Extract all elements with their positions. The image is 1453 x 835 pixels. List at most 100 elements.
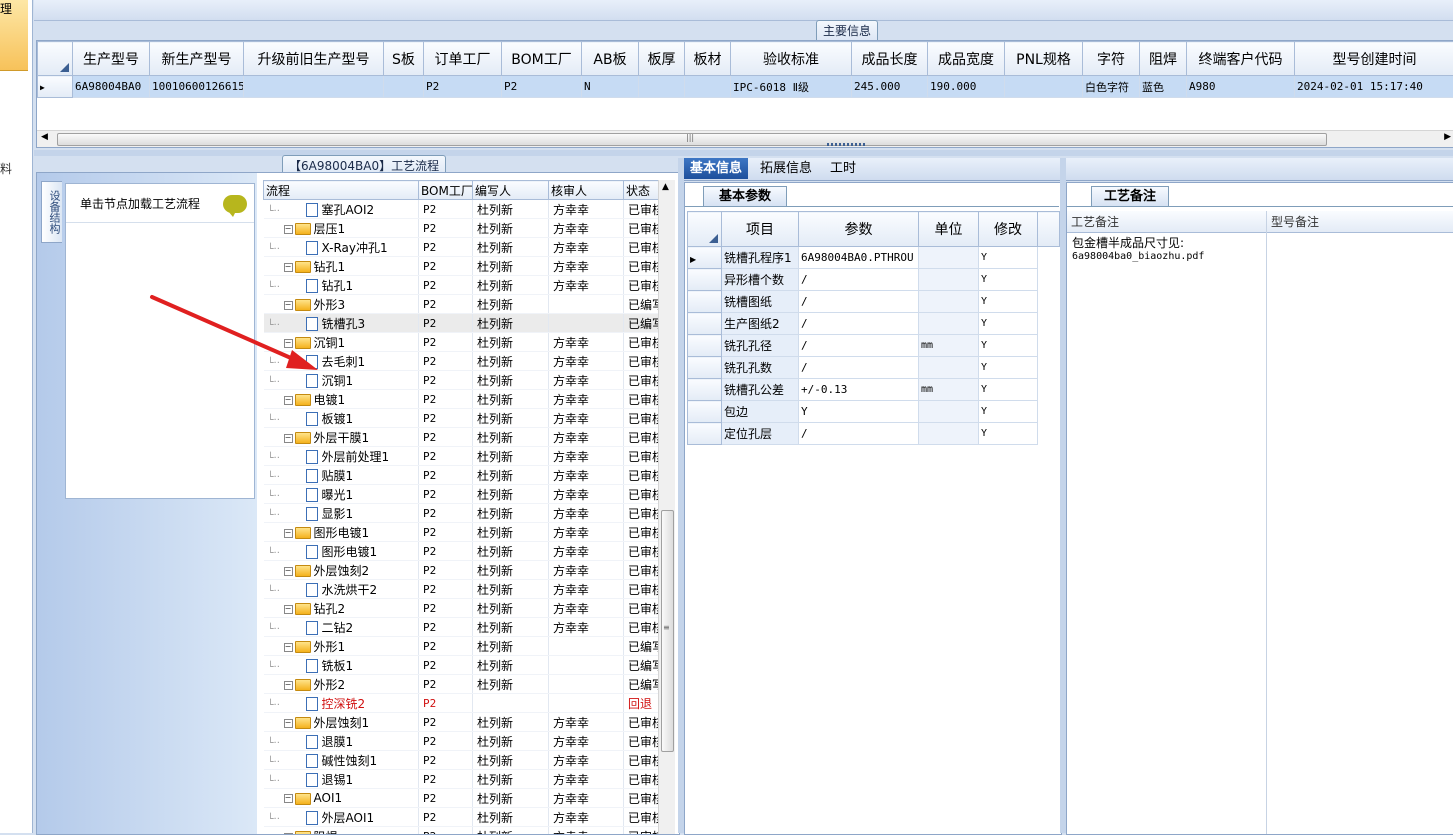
tree-node[interactable]: └··外层前处理1P2杜列新方幸幸已审核 xyxy=(264,447,662,466)
scroll-left-icon[interactable]: ◀ xyxy=(41,132,48,142)
tree-node-name-cell[interactable]: └··去毛刺1 xyxy=(264,352,419,371)
param-unit-cell[interactable] xyxy=(919,247,979,269)
horizontal-splitter[interactable] xyxy=(34,150,1453,156)
param-row[interactable]: 铣孔孔径/mmY xyxy=(688,335,1060,357)
column-header[interactable]: BOM工厂 xyxy=(502,42,582,76)
tree-node-name-cell[interactable]: −图形电镀1 xyxy=(264,523,419,542)
tree-node-name-cell[interactable]: └··板镀1 xyxy=(264,409,419,428)
column-header[interactable]: 升级前旧生产型号 xyxy=(244,42,384,76)
table-cell[interactable]: 2024-02-01 15:17:40 xyxy=(1295,76,1453,98)
tree-node[interactable]: └··图形电镀1P2杜列新方幸幸已审核 xyxy=(264,542,662,561)
tree-node-name-cell[interactable]: └··贴膜1 xyxy=(264,466,419,485)
tree-column-header[interactable]: 编写人 xyxy=(473,181,549,200)
param-row[interactable]: 铣槽孔公差+/-0.13mmY xyxy=(688,379,1060,401)
param-modify-cell[interactable]: Y xyxy=(979,401,1038,423)
tree-node-name-cell[interactable]: −外形1 xyxy=(264,637,419,656)
param-modify-cell[interactable]: Y xyxy=(979,379,1038,401)
tree-node-name-cell[interactable]: −层压1 xyxy=(264,219,419,238)
tree-node-name-cell[interactable]: └··塞孔AOI2 xyxy=(264,200,419,219)
tree-node[interactable]: └··二钻2P2杜列新方幸幸已审核 xyxy=(264,618,662,637)
column-header[interactable]: 成品宽度 xyxy=(928,42,1005,76)
collapse-icon[interactable]: − xyxy=(284,396,293,405)
collapse-icon[interactable]: − xyxy=(284,605,293,614)
tree-node-name-cell[interactable]: −电镀1 xyxy=(264,390,419,409)
tree-node[interactable]: −钻孔1P2杜列新方幸幸已审核 xyxy=(264,257,662,276)
param-unit-cell[interactable] xyxy=(919,423,979,445)
tree-node-name-cell[interactable]: └··二钻2 xyxy=(264,618,419,637)
tree-node[interactable]: −层压1P2杜列新方幸幸已审核 xyxy=(264,219,662,238)
tree-node-name-cell[interactable]: └··退锡1 xyxy=(264,770,419,789)
tree-node-name-cell[interactable]: └··钻孔1 xyxy=(264,276,419,295)
tree-node-name-cell[interactable]: └··外层前处理1 xyxy=(264,447,419,466)
tab-equipment-structure[interactable]: 设备结构 xyxy=(41,181,62,243)
param-modify-cell[interactable]: Y xyxy=(979,335,1038,357)
collapse-icon[interactable]: − xyxy=(284,529,293,538)
tree-node[interactable]: └··外层AOI1P2杜列新方幸幸已审核 xyxy=(264,808,662,827)
collapse-icon[interactable]: − xyxy=(284,263,293,272)
param-unit-cell[interactable] xyxy=(919,269,979,291)
table-cell[interactable]: 10010600126615 xyxy=(150,76,244,98)
tree-node[interactable]: −外层蚀刻2P2杜列新方幸幸已审核 xyxy=(264,561,662,580)
tree-node[interactable]: └··铣板1P2杜列新已编写 xyxy=(264,656,662,675)
collapse-icon[interactable]: − xyxy=(284,567,293,576)
tab-extended-info[interactable]: 拓展信息 xyxy=(754,158,818,179)
column-header[interactable]: PNL规格 xyxy=(1005,42,1083,76)
tree-column-header[interactable]: 流程 xyxy=(264,181,419,200)
scroll-up-icon[interactable]: ▲ xyxy=(662,182,669,192)
grid-corner[interactable] xyxy=(38,42,73,76)
column-header[interactable]: 板厚 xyxy=(639,42,685,76)
param-modify-cell[interactable]: Y xyxy=(979,291,1038,313)
scroll-right-icon[interactable]: ▶ xyxy=(1444,132,1451,142)
param-unit-cell[interactable]: mm xyxy=(919,379,979,401)
collapse-icon[interactable]: − xyxy=(284,794,293,803)
tab-basic-info[interactable]: 基本信息 xyxy=(684,158,748,179)
param-row[interactable]: 生产图纸2/Y xyxy=(688,313,1060,335)
params-column-header[interactable]: 单位 xyxy=(919,212,979,247)
param-unit-cell[interactable]: mm xyxy=(919,335,979,357)
collapse-icon[interactable]: − xyxy=(284,339,293,348)
tree-node[interactable]: −钻孔2P2杜列新方幸幸已审核 xyxy=(264,599,662,618)
tree-node[interactable]: └··X-Ray冲孔1P2杜列新方幸幸已审核 xyxy=(264,238,662,257)
column-header[interactable]: AB板 xyxy=(582,42,639,76)
column-header[interactable]: 字符 xyxy=(1083,42,1140,76)
param-unit-cell[interactable] xyxy=(919,291,979,313)
collapse-icon[interactable]: − xyxy=(284,434,293,443)
tree-node-name-cell[interactable]: −外层蚀刻2 xyxy=(264,561,419,580)
param-value-cell[interactable]: 6A98004BA0.PTHROU xyxy=(799,247,919,269)
param-unit-cell[interactable] xyxy=(919,313,979,335)
tree-node-name-cell[interactable]: └··碱性蚀刻1 xyxy=(264,751,419,770)
collapse-icon[interactable]: − xyxy=(284,719,293,728)
param-value-cell[interactable]: / xyxy=(799,269,919,291)
tree-node-name-cell[interactable]: −外形2 xyxy=(264,675,419,694)
tree-node-name-cell[interactable]: └··退膜1 xyxy=(264,732,419,751)
param-value-cell[interactable]: / xyxy=(799,357,919,379)
param-value-cell[interactable]: / xyxy=(799,423,919,445)
table-cell[interactable]: 190.000 xyxy=(928,76,1005,98)
column-header[interactable]: S板 xyxy=(384,42,424,76)
tree-column-header[interactable]: BOM工厂 xyxy=(419,181,473,200)
table-cell[interactable] xyxy=(1005,76,1083,98)
tree-node-name-cell[interactable]: −AOI1 xyxy=(264,789,419,808)
param-row[interactable]: 铣孔孔数/Y xyxy=(688,357,1060,379)
param-row[interactable]: 定位孔层/Y xyxy=(688,423,1060,445)
table-cell[interactable]: A980 xyxy=(1187,76,1295,98)
tab-basic-params[interactable]: 基本参数 xyxy=(703,186,787,207)
params-corner[interactable] xyxy=(688,212,722,247)
column-header[interactable]: 验收标准 xyxy=(731,42,852,76)
tree-node[interactable]: └··贴膜1P2杜列新方幸幸已审核 xyxy=(264,466,662,485)
table-cell[interactable]: N xyxy=(582,76,639,98)
tree-node-name-cell[interactable]: └··铣槽孔3 xyxy=(264,314,419,333)
process-remark-text[interactable]: 包金槽半成品尺寸见: 6a98004ba0_biaozhu.pdf xyxy=(1072,237,1204,263)
tree-node[interactable]: −AOI1P2杜列新方幸幸已审核 xyxy=(264,789,662,808)
tree-node-name-cell[interactable]: └··沉铜1 xyxy=(264,371,419,390)
hscroll-thumb[interactable]: ||| xyxy=(57,133,1327,146)
param-modify-cell[interactable]: Y xyxy=(979,313,1038,335)
column-header[interactable]: 板材 xyxy=(685,42,731,76)
tree-node[interactable]: −外层干膜1P2杜列新方幸幸已审核 xyxy=(264,428,662,447)
param-value-cell[interactable]: / xyxy=(799,291,919,313)
collapse-icon[interactable]: − xyxy=(284,225,293,234)
collapse-icon[interactable]: − xyxy=(284,301,293,310)
tree-node[interactable]: −外形1P2杜列新已编写 xyxy=(264,637,662,656)
tree-node-name-cell[interactable]: −外形3 xyxy=(264,295,419,314)
table-cell[interactable]: 蓝色 xyxy=(1140,76,1187,98)
